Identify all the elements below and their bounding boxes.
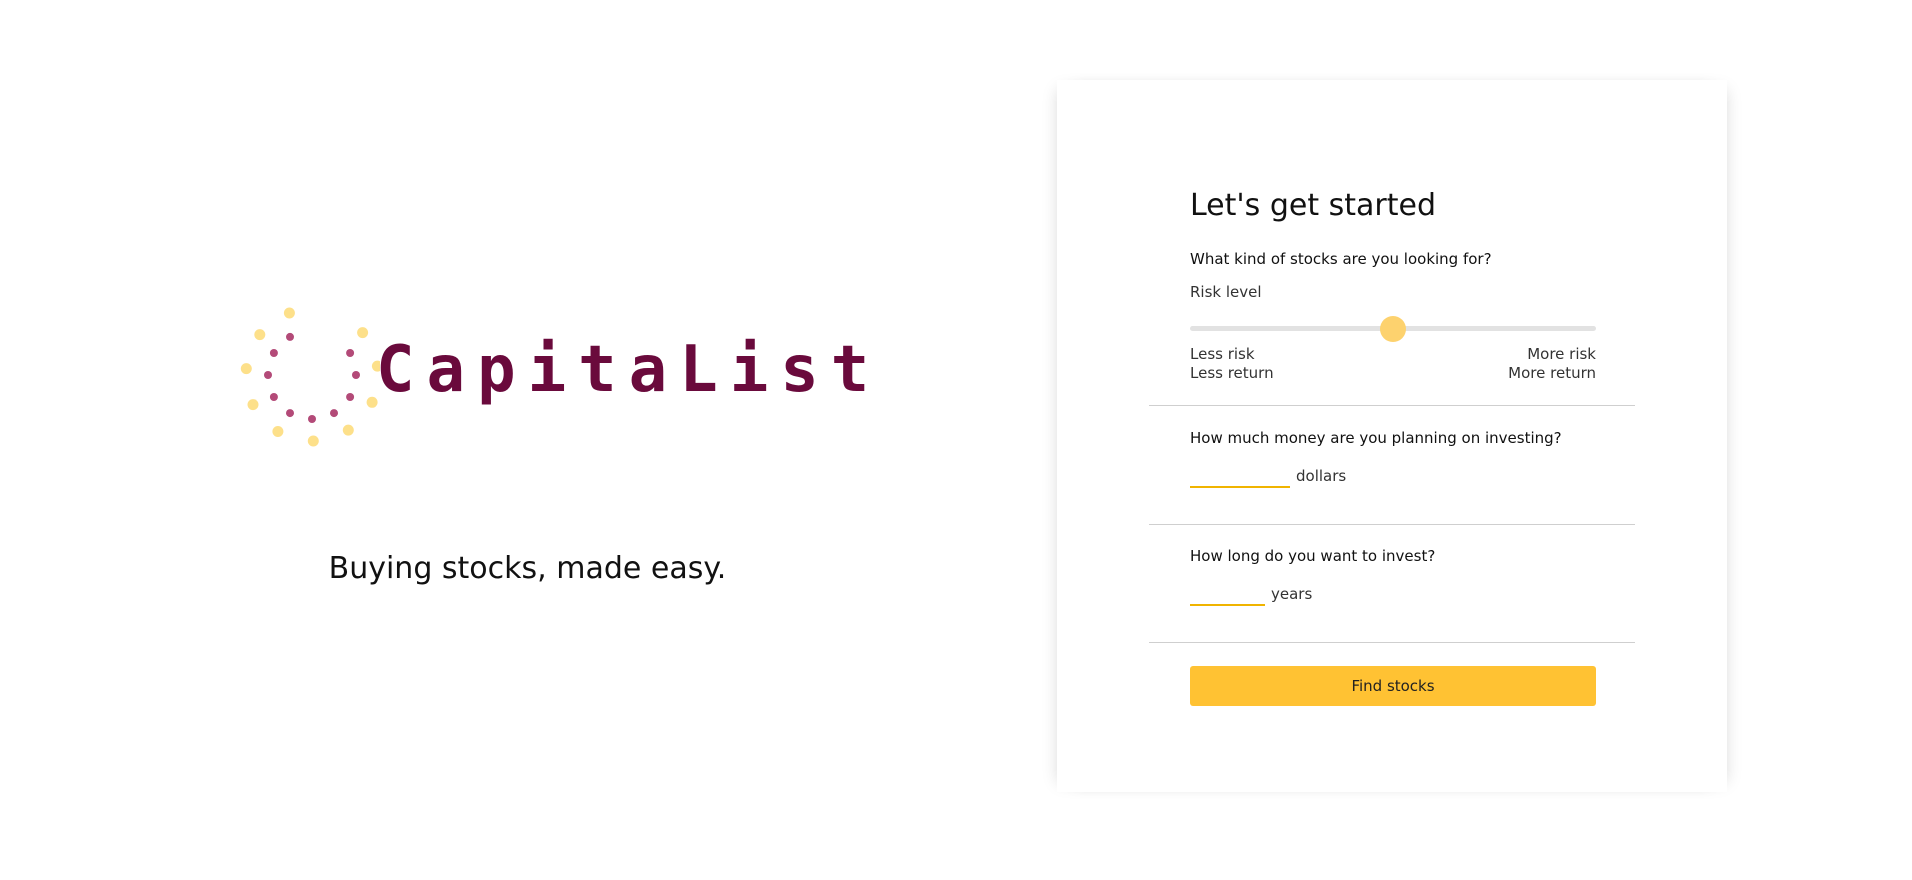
risk-level-label: Risk level (1190, 283, 1262, 301)
find-stocks-button[interactable]: Find stocks (1190, 666, 1596, 706)
money-question: How much money are you planning on inves… (1190, 429, 1562, 447)
money-unit-label: dollars (1296, 467, 1347, 485)
logo-dot (269, 393, 278, 401)
logo-dot (269, 349, 278, 357)
money-input-row: dollars (1190, 462, 1346, 488)
brand-name: CapitaList (376, 333, 882, 407)
logo-dot (330, 409, 338, 418)
logo-dot (307, 435, 319, 447)
more-risk-label: More risk (1527, 345, 1596, 363)
logo-dot (357, 327, 369, 339)
brand-logo: CapitaList (240, 300, 869, 450)
risk-slider-thumb[interactable] (1380, 316, 1406, 342)
section-divider (1149, 642, 1635, 643)
duration-question: How long do you want to invest? (1190, 547, 1436, 565)
logo-dot (346, 393, 355, 401)
hero-section: CapitaList Buying stocks, made easy. (0, 0, 1055, 880)
start-form-panel: Let's get started What kind of stocks ar… (1057, 80, 1727, 792)
less-return-label: Less return (1190, 364, 1274, 382)
logo-dot (283, 307, 295, 319)
logo-dot (254, 329, 266, 341)
dotted-circle-logo-icon (240, 307, 380, 447)
logo-dot (240, 363, 252, 375)
logo-dot (342, 424, 354, 436)
logo-dot (247, 399, 259, 411)
section-divider (1149, 405, 1635, 406)
landing-page: CapitaList Buying stocks, made easy. Let… (0, 0, 1912, 880)
risk-max-labels: More risk More return (1466, 345, 1596, 383)
start-form: Let's get started What kind of stocks ar… (1057, 80, 1727, 792)
logo-dot (286, 409, 294, 418)
years-unit-label: years (1271, 585, 1313, 603)
less-risk-label: Less risk (1190, 345, 1255, 363)
logo-dot (308, 415, 316, 423)
money-input[interactable] (1190, 462, 1290, 488)
risk-min-labels: Less risk Less return (1190, 345, 1274, 383)
form-title: Let's get started (1190, 188, 1436, 223)
risk-slider[interactable] (1190, 316, 1596, 342)
duration-input-row: years (1190, 580, 1312, 606)
logo-dot (272, 426, 284, 437)
tagline: Buying stocks, made easy. (328, 551, 727, 586)
logo-dot (346, 349, 355, 357)
logo-dot (264, 371, 272, 379)
years-input[interactable] (1190, 580, 1265, 606)
logo-dot (352, 371, 360, 379)
more-return-label: More return (1508, 364, 1596, 382)
risk-question: What kind of stocks are you looking for? (1190, 250, 1492, 268)
logo-dot (286, 332, 294, 341)
section-divider (1149, 524, 1635, 525)
